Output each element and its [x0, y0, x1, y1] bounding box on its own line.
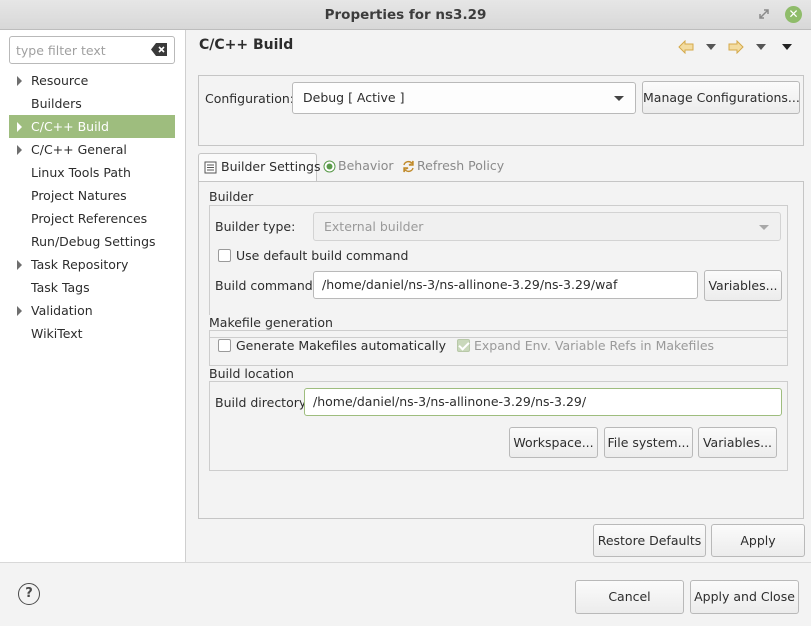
use-default-command-label: Use default build command: [236, 248, 409, 263]
expand-arrow-icon[interactable]: [17, 122, 22, 132]
restore-defaults-button[interactable]: Restore Defaults: [593, 524, 706, 557]
tree-item-run-debug-settings[interactable]: Run/Debug Settings: [9, 230, 175, 253]
expand-arrow-icon[interactable]: [17, 145, 22, 155]
sidebar: Resource Builders C/C++ Build C/C++ Gene…: [0, 30, 186, 562]
builder-type-value: External builder: [324, 219, 424, 234]
tree-item-label: C/C++ General: [31, 142, 127, 157]
tab-builder-settings[interactable]: Builder Settings: [198, 153, 321, 181]
tree-item-project-references[interactable]: Project References: [9, 207, 175, 230]
makefile-group-title: Makefile generation: [209, 315, 337, 330]
tree-item-label: Builders: [31, 96, 82, 111]
configuration-value: Debug [ Active ]: [303, 90, 405, 105]
expand-env-refs-checkbox: [457, 339, 470, 352]
back-arrow-icon[interactable]: [678, 40, 694, 54]
expand-arrow-icon[interactable]: [17, 76, 22, 86]
file-system-button[interactable]: File system...: [604, 427, 693, 458]
tab-refresh-policy[interactable]: Refresh Policy: [400, 153, 510, 181]
tree-item-linux-tools-path[interactable]: Linux Tools Path: [9, 161, 175, 184]
tree-item-label: Linux Tools Path: [31, 165, 131, 180]
apply-and-close-button[interactable]: Apply and Close: [690, 580, 799, 614]
cancel-button[interactable]: Cancel: [575, 580, 684, 614]
manage-configurations-button[interactable]: Manage Configurations...: [642, 81, 800, 114]
use-default-command-checkbox[interactable]: [218, 249, 231, 262]
apply-button[interactable]: Apply: [711, 524, 805, 557]
configuration-label: Configuration:: [205, 91, 294, 106]
builder-variables-button[interactable]: Variables...: [704, 270, 782, 301]
tree-item-label: Task Repository: [31, 257, 129, 272]
tree-item-task-repository[interactable]: Task Repository: [9, 253, 175, 276]
tree-item-cpp-build[interactable]: C/C++ Build: [9, 115, 175, 138]
page-title: C/C++ Build: [199, 37, 294, 53]
title-bar: Properties for ns3.29 ✕: [0, 0, 811, 30]
forward-menu-chevron-down-icon[interactable]: [756, 44, 766, 50]
refresh-policy-icon: [403, 160, 414, 173]
configuration-group: Configuration: Debug [ Active ] Manage C…: [198, 75, 804, 146]
tree-item-label: Resource: [31, 73, 89, 88]
tree-item-label: Project References: [31, 211, 148, 226]
expand-env-refs-label: Expand Env. Variable Refs in Makefiles: [474, 338, 715, 353]
main-panel: C/C++ Build Configuration: Debug [ Activ…: [186, 30, 811, 562]
window-title: Properties for ns3.29: [324, 7, 487, 23]
chevron-down-icon: [759, 225, 769, 230]
tree-item-builders[interactable]: Builders: [9, 92, 175, 115]
workspace-button[interactable]: Workspace...: [509, 427, 598, 458]
tab-behavior[interactable]: Behavior: [319, 153, 399, 181]
tree-item-label: Task Tags: [31, 280, 90, 295]
builder-settings-icon: [204, 161, 217, 174]
expand-arrow-icon[interactable]: [17, 306, 22, 316]
dialog-button-bar: ? Cancel Apply and Close: [0, 562, 811, 626]
tree-item-resource[interactable]: Resource: [9, 69, 175, 92]
generate-makefiles-checkbox[interactable]: [218, 339, 231, 352]
tree-item-cpp-general[interactable]: C/C++ General: [9, 138, 175, 161]
build-command-input[interactable]: /home/daniel/ns-3/ns-allinone-3.29/ns-3.…: [313, 271, 698, 299]
tree-item-project-natures[interactable]: Project Natures: [9, 184, 175, 207]
tree-item-validation[interactable]: Validation: [9, 299, 175, 322]
tree-item-label: Project Natures: [31, 188, 127, 203]
builder-type-label: Builder type:: [215, 219, 296, 234]
clear-filter-icon[interactable]: [151, 43, 167, 56]
tree-item-label: Validation: [31, 303, 93, 318]
tab-label: Refresh Policy: [417, 158, 505, 173]
build-command-label: Build command:: [215, 278, 317, 293]
behavior-icon: [323, 160, 336, 173]
restore-icon[interactable]: [758, 8, 770, 20]
help-icon[interactable]: ?: [18, 583, 40, 605]
configuration-select[interactable]: Debug [ Active ]: [292, 82, 636, 114]
chevron-down-icon: [614, 96, 624, 101]
filter-box: [9, 36, 175, 64]
builder-settings-panel: Builder Builder type: External builder U…: [198, 181, 804, 519]
back-menu-chevron-down-icon[interactable]: [706, 44, 716, 50]
close-icon[interactable]: ✕: [785, 6, 802, 23]
build-directory-label: Build directory:: [215, 395, 310, 410]
tree-item-wikitext[interactable]: WikiText: [9, 322, 175, 345]
filter-input[interactable]: [16, 41, 146, 59]
build-location-group-title: Build location: [209, 366, 298, 381]
tree-item-label: Run/Debug Settings: [31, 234, 156, 249]
builder-type-select: External builder: [313, 212, 781, 241]
builder-group-title: Builder: [209, 189, 258, 204]
tab-bar: Builder Settings Behavior Refresh Policy: [198, 153, 804, 181]
build-directory-input[interactable]: /home/daniel/ns-3/ns-allinone-3.29/ns-3.…: [304, 388, 782, 416]
generate-makefiles-label: Generate Makefiles automatically: [236, 338, 447, 353]
tab-label: Behavior: [338, 158, 394, 173]
expand-arrow-icon[interactable]: [17, 260, 22, 270]
property-tree: Resource Builders C/C++ Build C/C++ Gene…: [9, 69, 175, 345]
tree-item-label: C/C++ Build: [31, 119, 109, 134]
tab-label: Builder Settings: [221, 159, 321, 174]
tree-item-label: WikiText: [31, 326, 83, 341]
tree-item-task-tags[interactable]: Task Tags: [9, 276, 175, 299]
forward-arrow-icon[interactable]: [728, 40, 744, 54]
view-menu-chevron-down-icon[interactable]: [782, 44, 792, 50]
location-variables-button[interactable]: Variables...: [698, 427, 777, 458]
